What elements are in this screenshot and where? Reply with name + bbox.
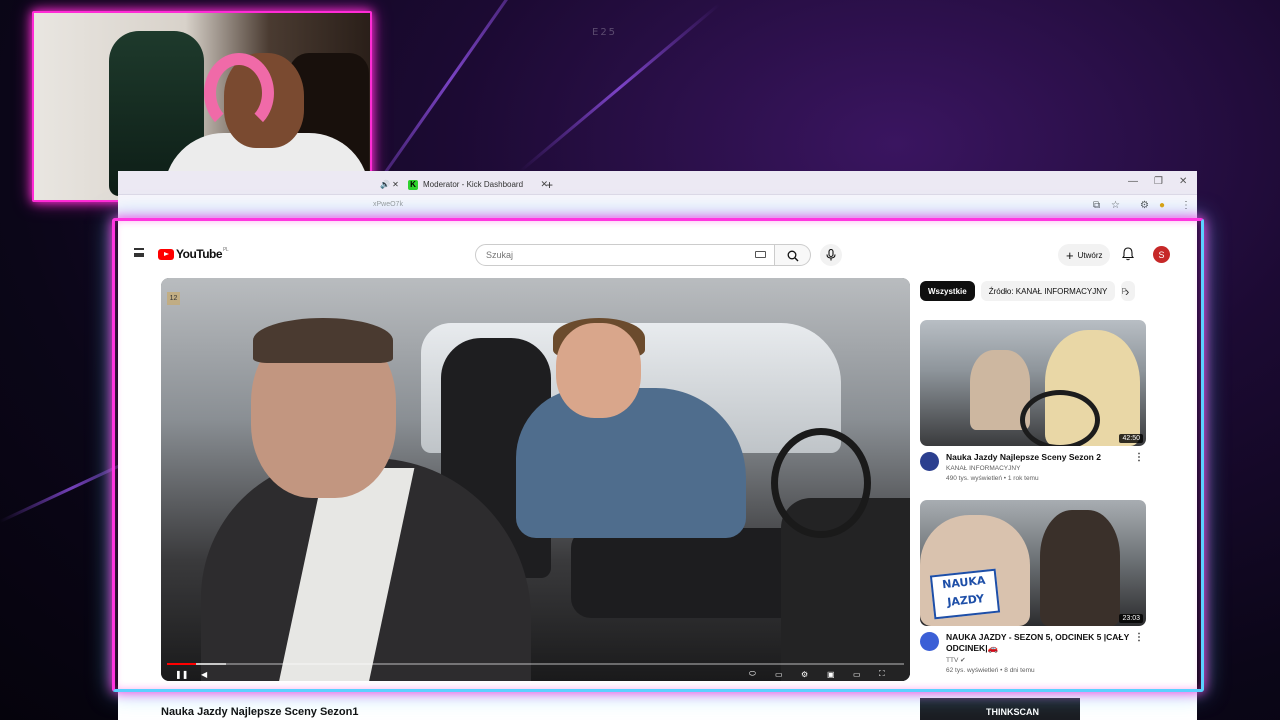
pause-icon[interactable]: ❚❚: [175, 670, 188, 679]
more-options-icon[interactable]: ⋮: [1134, 452, 1144, 463]
nauka-jazdy-logo: NAUKA JAZDY: [929, 568, 1001, 620]
thumbnail-person: [1040, 510, 1120, 626]
chip-source[interactable]: Źródło: KANAŁ INFORMACYJNY: [980, 281, 1116, 301]
create-label: Utwórz: [1077, 250, 1103, 260]
verified-check-icon: ✔: [960, 657, 966, 664]
search-button[interactable]: [775, 244, 811, 266]
channel-avatar[interactable]: [920, 452, 939, 471]
progress-bar[interactable]: [167, 663, 904, 665]
search-input[interactable]: [486, 250, 746, 260]
recommendation-stats: 490 tys. wyświetleń • 1 rok temu: [946, 475, 1039, 482]
tab-label: Moderator - Kick Dashboard: [423, 180, 524, 189]
filter-chips: Wszystkie Źródło: KANAŁ INFORMACYJNY P: [920, 281, 1136, 301]
video-player[interactable]: 12 ❚❚ ◀ ⬭ ▭ ⚙ ▣ ▭ ⛶: [161, 278, 910, 681]
microphone-icon: [826, 249, 836, 261]
create-button[interactable]: + Utwórz: [1058, 244, 1111, 266]
youtube-logo-text: YouTube: [176, 247, 223, 261]
tab-audio-icon[interactable]: 🔊 ✕: [380, 174, 399, 195]
driver-head: [556, 323, 641, 418]
more-options-icon[interactable]: ⋮: [1134, 632, 1144, 643]
recommendation-card[interactable]: 42:50 Nauka Jazdy Najlepsze Sceny Sezon …: [920, 320, 1146, 482]
bookmark-star-icon[interactable]: ☆: [1111, 200, 1120, 211]
search-icon: [787, 250, 799, 262]
new-tab-button[interactable]: +: [546, 174, 553, 195]
tab-bar: 🔊 ✕ K Moderator - Kick Dashboard ✕ + — ❐…: [118, 171, 1197, 195]
recommendation-thumbnail[interactable]: NAUKA JAZDY 23:03: [920, 500, 1146, 626]
plus-icon: +: [1066, 247, 1074, 263]
miniplayer-icon[interactable]: ▣: [827, 670, 835, 679]
recommendation-channel[interactable]: TTV ✔: [946, 656, 1146, 664]
headphones-icon: [204, 53, 274, 133]
recommendation-thumbnail[interactable]: 42:50: [920, 320, 1146, 446]
address-bar-text[interactable]: xPweO7k: [373, 201, 403, 208]
kick-logo-icon: K: [408, 179, 418, 190]
driver-legs: [571, 528, 811, 618]
video-duration: 42:50: [1119, 434, 1143, 443]
youtube-play-icon: [158, 248, 174, 260]
account-avatar[interactable]: S: [1153, 246, 1170, 263]
chip-all[interactable]: Wszystkie: [920, 281, 975, 301]
channel-name: TTV: [946, 657, 959, 664]
minimize-icon[interactable]: —: [1128, 176, 1138, 187]
browser-toolbar: xPweO7k ⧉ ☆ ⚙ ● ⋮: [118, 195, 1197, 217]
recommendation-title[interactable]: Nauka Jazdy Najlepsze Sceny Sezon 2: [946, 452, 1146, 463]
tab-kick-dashboard[interactable]: K Moderator - Kick Dashboard ✕: [408, 174, 548, 195]
fullscreen-icon[interactable]: ⛶: [879, 669, 885, 679]
chevron-right-icon[interactable]: ›: [1125, 284, 1129, 299]
keyboard-icon[interactable]: [755, 251, 766, 258]
youtube-logo[interactable]: YouTube PL: [158, 247, 229, 261]
cast-icon[interactable]: ⧉: [1093, 200, 1100, 211]
recommendation-meta: Nauka Jazdy Najlepsze Sceny Sezon 2 KANA…: [920, 452, 1146, 482]
extensions-icon[interactable]: ⚙: [1140, 200, 1149, 211]
steering-wheel: [771, 428, 871, 538]
instructor-hair: [253, 318, 393, 363]
voice-search-button[interactable]: [820, 244, 842, 266]
subtitles-icon[interactable]: ▭: [775, 670, 783, 679]
recommendation-meta: NAUKA JAZDY - SEZON 5, ODCINEK 5 |CAŁY O…: [920, 632, 1146, 674]
window-close-icon[interactable]: ✕: [1179, 176, 1187, 187]
browser-menu-icon[interactable]: ⋮: [1181, 200, 1191, 211]
next-recommendation-thumbnail[interactable]: THINKSCAN: [920, 698, 1080, 720]
recommendation-channel[interactable]: KANAŁ INFORMACYJNY: [946, 465, 1146, 472]
region-code: PL: [223, 247, 229, 253]
menu-icon[interactable]: [134, 248, 144, 257]
search-box: [475, 244, 775, 266]
background-streak: [519, 3, 721, 173]
recommendation-title[interactable]: NAUKA JAZDY - SEZON 5, ODCINEK 5 |CAŁY O…: [946, 632, 1146, 654]
age-rating-badge: 12: [167, 292, 180, 305]
volume-icon[interactable]: ◀: [201, 670, 207, 679]
extension-icon[interactable]: ●: [1159, 200, 1165, 211]
player-controls: ❚❚ ◀ ⬭ ▭ ⚙ ▣ ▭ ⛶: [161, 667, 910, 681]
video-duration: 23:03: [1119, 614, 1143, 623]
settings-gear-icon[interactable]: ⚙: [801, 670, 808, 679]
progress-fill: [167, 663, 197, 665]
recommendation-stats: 62 tys. wyświetleń • 8 dni temu: [946, 667, 1035, 674]
youtube-page: YouTube PL + Utwórz S 12: [130, 233, 1186, 681]
thumbnail-steering-wheel: [1020, 390, 1100, 446]
video-title: Nauka Jazdy Najlepsze Sceny Sezon1: [161, 706, 359, 718]
driver-body: [516, 388, 746, 538]
channel-avatar[interactable]: [920, 632, 939, 651]
youtube-header: YouTube PL + Utwórz S: [130, 233, 1186, 277]
autoplay-toggle-icon[interactable]: ⬭: [749, 669, 756, 679]
theater-mode-icon[interactable]: ▭: [853, 670, 861, 679]
overlay-label: E25: [592, 27, 618, 38]
maximize-icon[interactable]: ❐: [1154, 176, 1163, 187]
recommendation-card[interactable]: NAUKA JAZDY 23:03 NAUKA JAZDY - SEZON 5, …: [920, 500, 1146, 674]
notifications-bell-icon[interactable]: [1122, 247, 1134, 261]
